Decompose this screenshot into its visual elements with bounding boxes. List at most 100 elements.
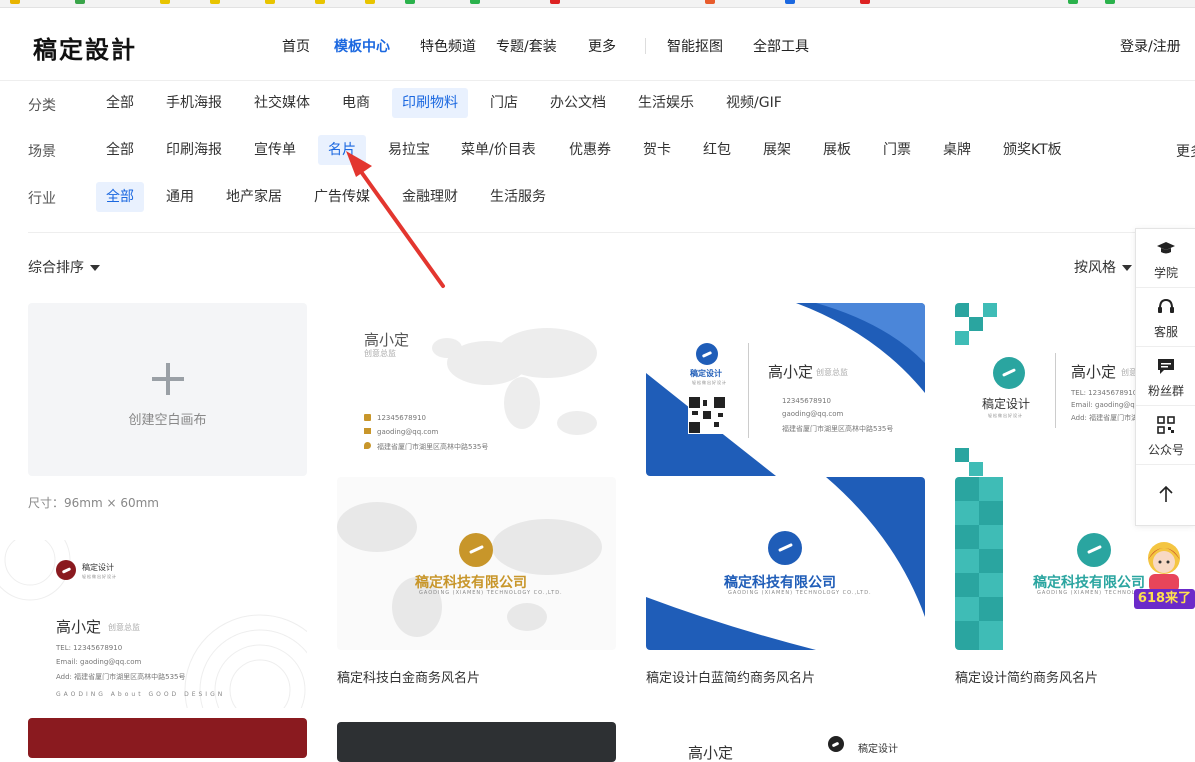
scene-chip[interactable]: 展架 (753, 135, 801, 165)
mail-icon (364, 428, 371, 434)
brand-logo-icon (696, 343, 718, 365)
filter-label-scene: 场景 (28, 144, 56, 160)
scene-chip[interactable]: 颁奖KT板 (993, 135, 1072, 165)
card-company: 稿定科技有限公司 (724, 575, 836, 591)
scene-chip[interactable]: 红包 (693, 135, 741, 165)
bookmark-icon[interactable] (1105, 0, 1115, 4)
card-address: 福建省厦门市湖里区高林中路535号 (782, 425, 894, 433)
bookmarks-bar (0, 0, 1195, 8)
bookmark-icon[interactable] (160, 0, 170, 4)
card-phone: 12345678910 (782, 397, 831, 405)
card-slogan: GAODING About GOOD DESIGN (56, 691, 226, 698)
card-name: 高小定 (688, 744, 734, 762)
card-name: 高小定 (56, 618, 102, 636)
scene-more-link[interactable]: 更多 (1176, 141, 1195, 161)
industry-chip[interactable]: 金融理财 (392, 182, 468, 212)
bookmark-icon[interactable] (210, 0, 220, 4)
sidebar-item-official-account[interactable]: 公众号 (1136, 406, 1195, 465)
sidebar-label: 学院 (1153, 266, 1178, 280)
card-email: gaoding@qq.com (782, 410, 844, 418)
nav-topics-sets[interactable]: 专题/套装 (496, 36, 557, 56)
industry-chip[interactable]: 通用 (156, 182, 204, 212)
card-name: 高小定 (768, 363, 814, 381)
category-chip[interactable]: 生活娱乐 (628, 88, 704, 118)
scene-chip[interactable]: 展板 (813, 135, 861, 165)
card-name: 高小定 (364, 331, 410, 349)
template-title[interactable]: 稿定科技白金商务风名片 (337, 667, 480, 686)
bookmark-icon[interactable] (10, 0, 20, 4)
scene-chip[interactable]: 印刷海报 (156, 135, 232, 165)
scene-chip[interactable]: 菜单/价目表 (451, 135, 546, 165)
card-address: Add: 福建省厦门市湖里区高林中路535号 (56, 673, 186, 681)
bookmark-icon[interactable] (785, 0, 795, 4)
template-title[interactable]: 稿定设计简约商务风名片 (955, 667, 1098, 686)
template-card-back[interactable]: 稿定科技有限公司 GAODING (XIAMEN) TECHNOLOGY CO.… (646, 477, 925, 650)
bookmark-icon[interactable] (705, 0, 715, 4)
category-chip[interactable]: 全部 (96, 88, 144, 118)
template-card[interactable] (28, 718, 307, 758)
qr-code-icon (1157, 416, 1175, 434)
promo-618-widget[interactable]: 618来了 (1134, 536, 1195, 610)
nav-all-tools[interactable]: 全部工具 (753, 36, 809, 56)
sidebar-label: 公众号 (1147, 443, 1184, 457)
bookmark-icon[interactable] (470, 0, 480, 4)
category-chip[interactable]: 手机海报 (156, 88, 232, 118)
card-brand: 稿定设计 (982, 397, 1031, 411)
bookmark-icon[interactable] (265, 0, 275, 4)
bookmark-icon[interactable] (75, 0, 85, 4)
category-chip-active[interactable]: 印刷物料 (392, 88, 468, 118)
site-logo[interactable]: 稿定設計 (33, 30, 137, 65)
scene-chip[interactable]: 全部 (96, 135, 144, 165)
template-card[interactable]: 高小定 稿定设计 (646, 722, 925, 762)
card-divider (1055, 353, 1056, 428)
scene-chip[interactable]: 门票 (873, 135, 921, 165)
industry-chip[interactable]: 广告传媒 (304, 182, 380, 212)
plus-icon (152, 363, 184, 395)
scene-chip[interactable]: 易拉宝 (378, 135, 440, 165)
login-register-link[interactable]: 登录/注册 (1120, 36, 1181, 56)
bookmark-icon[interactable] (860, 0, 870, 4)
template-card[interactable] (337, 722, 616, 762)
nav-template-center[interactable]: 模板中心 (334, 36, 390, 56)
category-chip[interactable]: 视频/GIF (716, 88, 792, 118)
bookmark-icon[interactable] (315, 0, 325, 4)
create-blank-canvas-card[interactable]: 创建空白画布 (28, 303, 307, 476)
sort-dropdown[interactable]: 综合排序 (28, 257, 100, 277)
category-chip[interactable]: 电商 (332, 88, 380, 118)
template-card-back[interactable]: 稿定科技有限公司 GAODING (XIAMEN) TECHNOLOGY CO.… (337, 477, 616, 650)
sidebar-item-academy[interactable]: 学院 (1136, 229, 1195, 288)
category-chip[interactable]: 门店 (480, 88, 528, 118)
category-chip[interactable]: 社交媒体 (244, 88, 320, 118)
card-role: 创意总监 (364, 349, 396, 358)
bookmark-icon[interactable] (550, 0, 560, 4)
scene-chip[interactable]: 宣传单 (244, 135, 306, 165)
industry-chip-active[interactable]: 全部 (96, 182, 144, 212)
bookmark-icon[interactable] (1068, 0, 1078, 4)
scene-chip[interactable]: 桌牌 (933, 135, 981, 165)
back-to-top-button[interactable] (1136, 465, 1195, 524)
scene-chip-active[interactable]: 名片 (318, 135, 366, 165)
chat-bubble-icon (1158, 359, 1174, 374)
create-blank-label: 创建空白画布 (128, 413, 207, 428)
nav-featured-channels[interactable]: 特色频道 (420, 36, 476, 56)
industry-chip[interactable]: 地产家居 (216, 182, 292, 212)
sidebar-item-support[interactable]: 客服 (1136, 288, 1195, 347)
template-title[interactable]: 稿定设计白蓝简约商务风名片 (646, 667, 815, 686)
sidebar-item-fan-group[interactable]: 粉丝群 (1136, 347, 1195, 406)
nav-home[interactable]: 首页 (282, 36, 310, 56)
template-card[interactable]: 稿定设计 轻松做出好设计 高小定 创意总监 TEL: 12345678910 E… (0, 540, 307, 708)
scene-chip[interactable]: 贺卡 (633, 135, 681, 165)
industry-chip[interactable]: 生活服务 (480, 182, 556, 212)
category-chip[interactable]: 办公文档 (540, 88, 616, 118)
nav-more[interactable]: 更多 (588, 36, 616, 56)
card-role: 创意总监 (108, 623, 140, 632)
card-brand: 稿定设计 (858, 744, 898, 755)
bookmark-icon[interactable] (365, 0, 375, 4)
template-card-front[interactable]: 稿定设计 轻松做出好设计 高小定 创意总监 12345678910 gaodin… (646, 303, 925, 476)
bookmark-icon[interactable] (405, 0, 415, 4)
style-dropdown[interactable]: 按风格 (1074, 257, 1132, 277)
nav-smart-cutout[interactable]: 智能抠图 (667, 36, 723, 56)
scene-chip[interactable]: 优惠券 (559, 135, 621, 165)
template-card-front[interactable]: 高小定 创意总监 12345678910 gaoding@qq.com 福建省厦… (337, 303, 616, 476)
contour-lines-graphic (0, 540, 307, 708)
